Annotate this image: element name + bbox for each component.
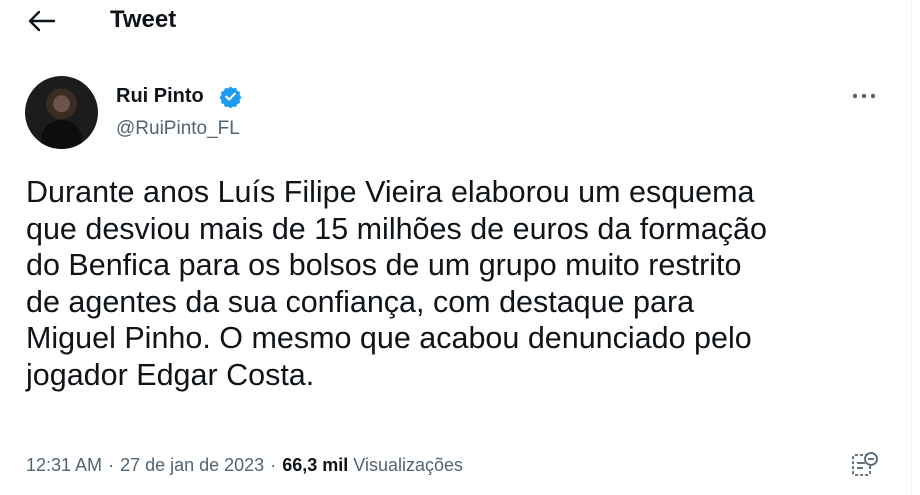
more-options-icon[interactable] [849,84,879,108]
analytics-icon[interactable] [850,449,880,479]
arrow-left-icon[interactable] [24,6,58,36]
author-handle[interactable]: @RuiPinto_FL [116,118,240,140]
tweet-text: Durante anos Luís Filipe Vieira elaborou… [26,174,886,393]
views-label: Visualizações [353,455,463,475]
tweet-line: de agentes da sua confiança, com destaqu… [26,284,695,319]
author-name[interactable]: Rui Pinto [116,85,204,108]
tweet-line: que desviou mais de 15 milhões de euros … [26,211,767,246]
tweet-meta: 12:31 AM · 27 de jan de 2023 · 66,3 mil Visu… [26,455,463,476]
views-count: 66,3 mil [282,455,349,475]
tweet-line: do Benfica para os bolsos de um grupo mu… [26,248,742,282]
page-title: Tweet [110,6,177,33]
tweet-time[interactable]: 12:31 AM [26,455,102,475]
avatar[interactable] [25,76,98,149]
column-divider [911,0,912,495]
meta-separator: · [108,455,115,475]
tweet-date[interactable]: 27 de jan de 2023 [120,455,264,475]
verified-badge-icon[interactable] [219,85,242,109]
meta-separator: · [270,455,277,475]
tweet-header: Tweet [0,0,920,44]
tweet-line: Durante anos Luís Filipe Vieira elaborou… [26,175,755,209]
tweet-line: Miguel Pinho. O mesmo que acabou denunci… [26,321,752,355]
tweet-line: jogador Edgar Costa. [26,357,315,392]
